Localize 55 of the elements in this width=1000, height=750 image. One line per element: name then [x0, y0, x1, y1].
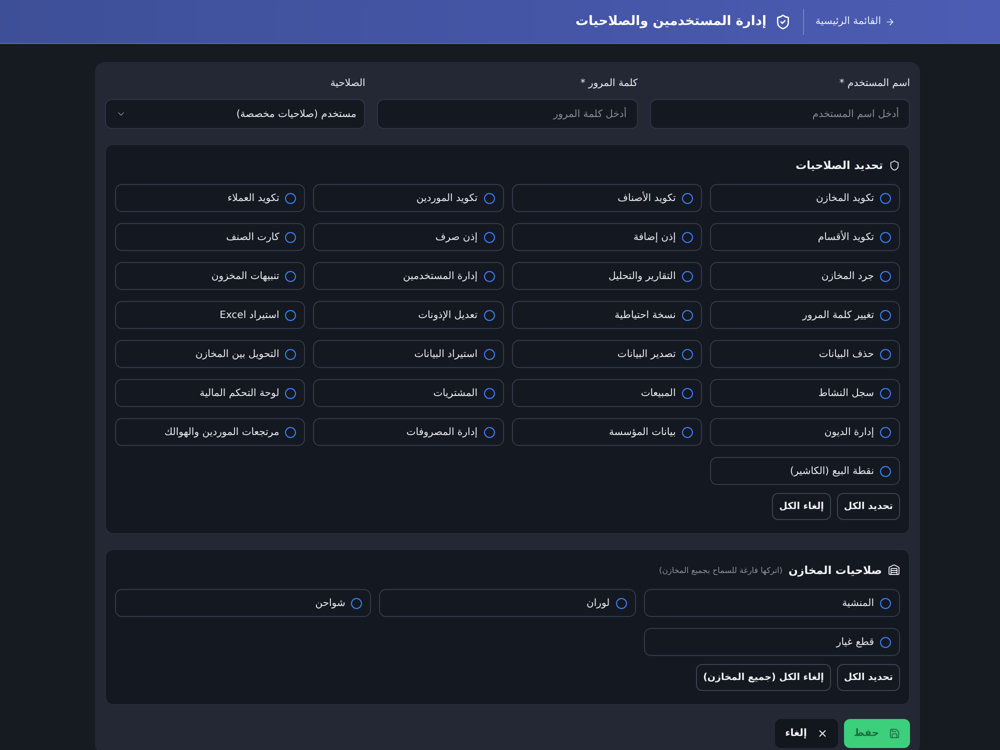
permission-option[interactable]: إدارة المصروفات [313, 418, 504, 446]
permission-option[interactable]: استيراد البيانات [313, 340, 504, 368]
permission-option[interactable]: تكويد المخازن [710, 184, 900, 212]
warehouse-icon [888, 564, 900, 576]
permission-option[interactable]: تكويد الأقسام [710, 223, 900, 251]
select-all-button[interactable]: تحديد الكل [836, 664, 900, 691]
permission-option[interactable]: بيانات المؤسسة [512, 418, 702, 446]
permission-option[interactable]: جرد المخازن [710, 262, 900, 290]
permission-option[interactable]: تكويد العملاء [115, 184, 306, 212]
permission-option[interactable]: إدارة الديون [710, 418, 900, 446]
role-select[interactable]: مستخدم (صلاحيات مخصصة) [105, 99, 366, 129]
permission-option[interactable]: تكويد الأصناف [512, 184, 702, 212]
permission-option[interactable]: تغيير كلمة المرور [710, 301, 900, 329]
section-title: صلاحيات المخازن [788, 564, 882, 576]
password-field[interactable]: أدخل كلمة المرور [377, 99, 638, 129]
field-label: الصلاحية [330, 77, 366, 91]
permission-option[interactable]: مرتجعات الموردين والهوالك [115, 418, 306, 446]
permission-option[interactable]: المشتريات [313, 379, 504, 407]
permission-option[interactable]: استيراد Excel [115, 301, 306, 329]
permission-option[interactable]: شواحن [115, 589, 372, 617]
permission-option[interactable]: إدارة المستخدمين [313, 262, 504, 290]
permission-option[interactable]: نسخة احتياطية [512, 301, 702, 329]
permission-option[interactable]: إذن صرف [313, 223, 504, 251]
permission-option[interactable]: تصدير البيانات [512, 340, 702, 368]
permission-option[interactable]: المنشية [644, 589, 900, 617]
clear-all-button[interactable]: إلغاء الكل [772, 493, 831, 520]
field-label: اسم المستخدم * [839, 77, 910, 91]
permission-option[interactable]: إذن إضافة [512, 223, 702, 251]
permission-option[interactable]: قطع غيار [644, 628, 900, 656]
save-icon [889, 728, 900, 739]
permission-option[interactable]: تنبيهات المخزون [115, 262, 306, 290]
permission-option[interactable]: لوحة التحكم المالية [115, 379, 306, 407]
field-label: كلمة المرور * [580, 77, 638, 91]
permission-option[interactable]: تعديل الإذونات [313, 301, 504, 329]
back-link[interactable]: القائمة الرئيسية [816, 16, 895, 27]
close-icon [816, 728, 828, 739]
shield-check-icon [774, 14, 791, 30]
page-title: إدارة المستخدمين والصلاحيات [575, 14, 767, 29]
section-note: (اتركها فارغة للسماح بجميع المخازن) [658, 566, 783, 574]
arrow-right-icon [885, 16, 895, 26]
cancel-button[interactable]: إلغاء [775, 719, 838, 748]
permission-option[interactable]: التقارير والتحليل [512, 262, 702, 290]
permission-option[interactable]: كارت الصنف [115, 223, 306, 251]
permission-option[interactable]: المبيعات [512, 379, 702, 407]
permission-option[interactable]: سجل النشاط [710, 379, 900, 407]
permission-option[interactable]: تكويد الموردين [313, 184, 504, 212]
permission-option[interactable]: التحويل بين المخازن [115, 340, 306, 368]
section-title: تحديد الصلاحيات [796, 158, 883, 172]
permission-option[interactable]: نقطة البيع (الكاشير) [710, 457, 900, 485]
username-field[interactable]: أدخل اسم المستخدم [650, 99, 910, 129]
select-all-button[interactable]: تحديد الكل [836, 493, 900, 520]
shield-icon [889, 160, 900, 170]
permission-option[interactable]: لوران [379, 589, 636, 617]
permission-option[interactable]: حذف البيانات [710, 340, 900, 368]
clear-all-button[interactable]: إلغاء الكل (جميع المخازن) [696, 664, 831, 691]
